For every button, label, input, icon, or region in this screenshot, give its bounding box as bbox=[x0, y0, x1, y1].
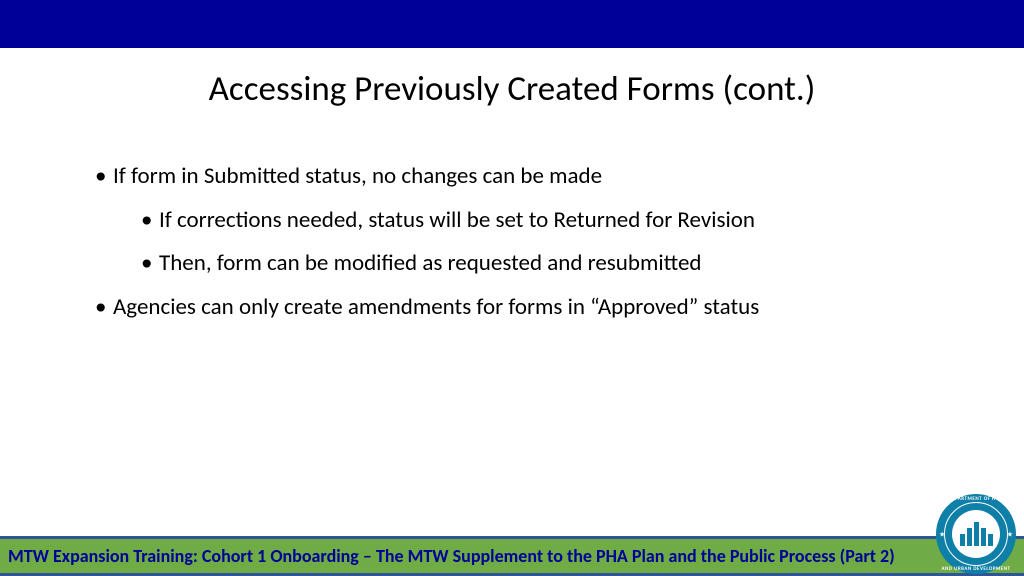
sub-bullet-list: If corrections needed, status will be se… bbox=[113, 199, 929, 286]
bullet-list: If form in Submitted status, no changes … bbox=[95, 155, 929, 330]
sub-bullet-item: Then, form can be modified as requested … bbox=[141, 242, 929, 286]
seal-building-bar bbox=[967, 528, 972, 546]
footer-text: MTW Expansion Training: Cohort 1 Onboard… bbox=[8, 545, 895, 567]
sub-bullet-text: If corrections needed, status will be se… bbox=[159, 206, 755, 234]
seal-bottom-text: AND URBAN DEVELOPMENT bbox=[936, 566, 1016, 572]
slide-content: If form in Submitted status, no changes … bbox=[0, 110, 1024, 330]
seal-building-bar bbox=[981, 528, 986, 546]
star-icon: ★ bbox=[1007, 530, 1013, 539]
star-icon: ★ bbox=[939, 530, 945, 539]
seal-inner-circle bbox=[952, 510, 1000, 558]
bullet-text: If form in Submitted status, no changes … bbox=[113, 162, 602, 190]
seal-outer-circle: U.S. DEPARTMENT OF HOUSING ★ ★ AND URBAN… bbox=[936, 494, 1016, 574]
hud-seal-icon: U.S. DEPARTMENT OF HOUSING ★ ★ AND URBAN… bbox=[936, 494, 1016, 574]
slide-title: Accessing Previously Created Forms (cont… bbox=[0, 68, 1024, 110]
seal-building-bar bbox=[960, 534, 965, 546]
seal-building-bar bbox=[988, 534, 993, 546]
sub-bullet-text: Then, form can be modified as requested … bbox=[159, 249, 701, 277]
sub-bullet-item: If corrections needed, status will be se… bbox=[141, 199, 929, 243]
header-bar bbox=[0, 0, 1024, 48]
seal-building-bar bbox=[974, 522, 979, 546]
footer-bar: MTW Expansion Training: Cohort 1 Onboard… bbox=[0, 536, 1024, 576]
bullet-item: If form in Submitted status, no changes … bbox=[95, 155, 929, 286]
bullet-text: Agencies can only create amendments for … bbox=[113, 293, 759, 321]
bullet-item: Agencies can only create amendments for … bbox=[95, 286, 929, 330]
